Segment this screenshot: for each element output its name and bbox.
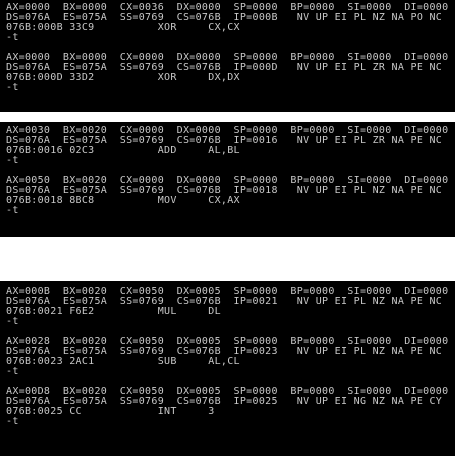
command-prompt-line[interactable]: -t: [6, 83, 449, 93]
instruction-line: 076B:0018 8BC8 MOV CX,AX: [6, 195, 240, 206]
command-prompt-line[interactable]: -t: [6, 417, 449, 427]
command-prompt-line[interactable]: -t: [6, 317, 449, 327]
instruction-line: 076B:0025 CC INT 3: [6, 406, 215, 417]
instruction-line: 076B:000B 33C9 XOR CX,CX: [6, 22, 240, 33]
command-prompt-line[interactable]: -t: [6, 206, 449, 216]
debug-console-panel: AX=000B BX=0020 CX=0050 DX=0005 SP=0000 …: [0, 281, 455, 456]
command-prompt-line[interactable]: -t: [6, 33, 449, 43]
debug-console-panel: AX=0030 BX=0020 CX=0000 DX=0000 SP=0000 …: [0, 122, 455, 237]
command-prompt-line[interactable]: -t: [6, 367, 449, 377]
instruction-line: 076B:0016 02C3 ADD AL,BL: [6, 145, 240, 156]
instruction-line: 076B:000D 33D2 XOR DX,DX: [6, 72, 240, 83]
instruction-line: 076B:0021 F6E2 MUL DL: [6, 306, 221, 317]
command-prompt-line[interactable]: -t: [6, 156, 449, 166]
instruction-line: 076B:0023 2AC1 SUB AL,CL: [6, 356, 240, 367]
debug-console-panel: AX=0000 BX=0000 CX=0036 DX=0000 SP=0000 …: [0, 0, 455, 112]
